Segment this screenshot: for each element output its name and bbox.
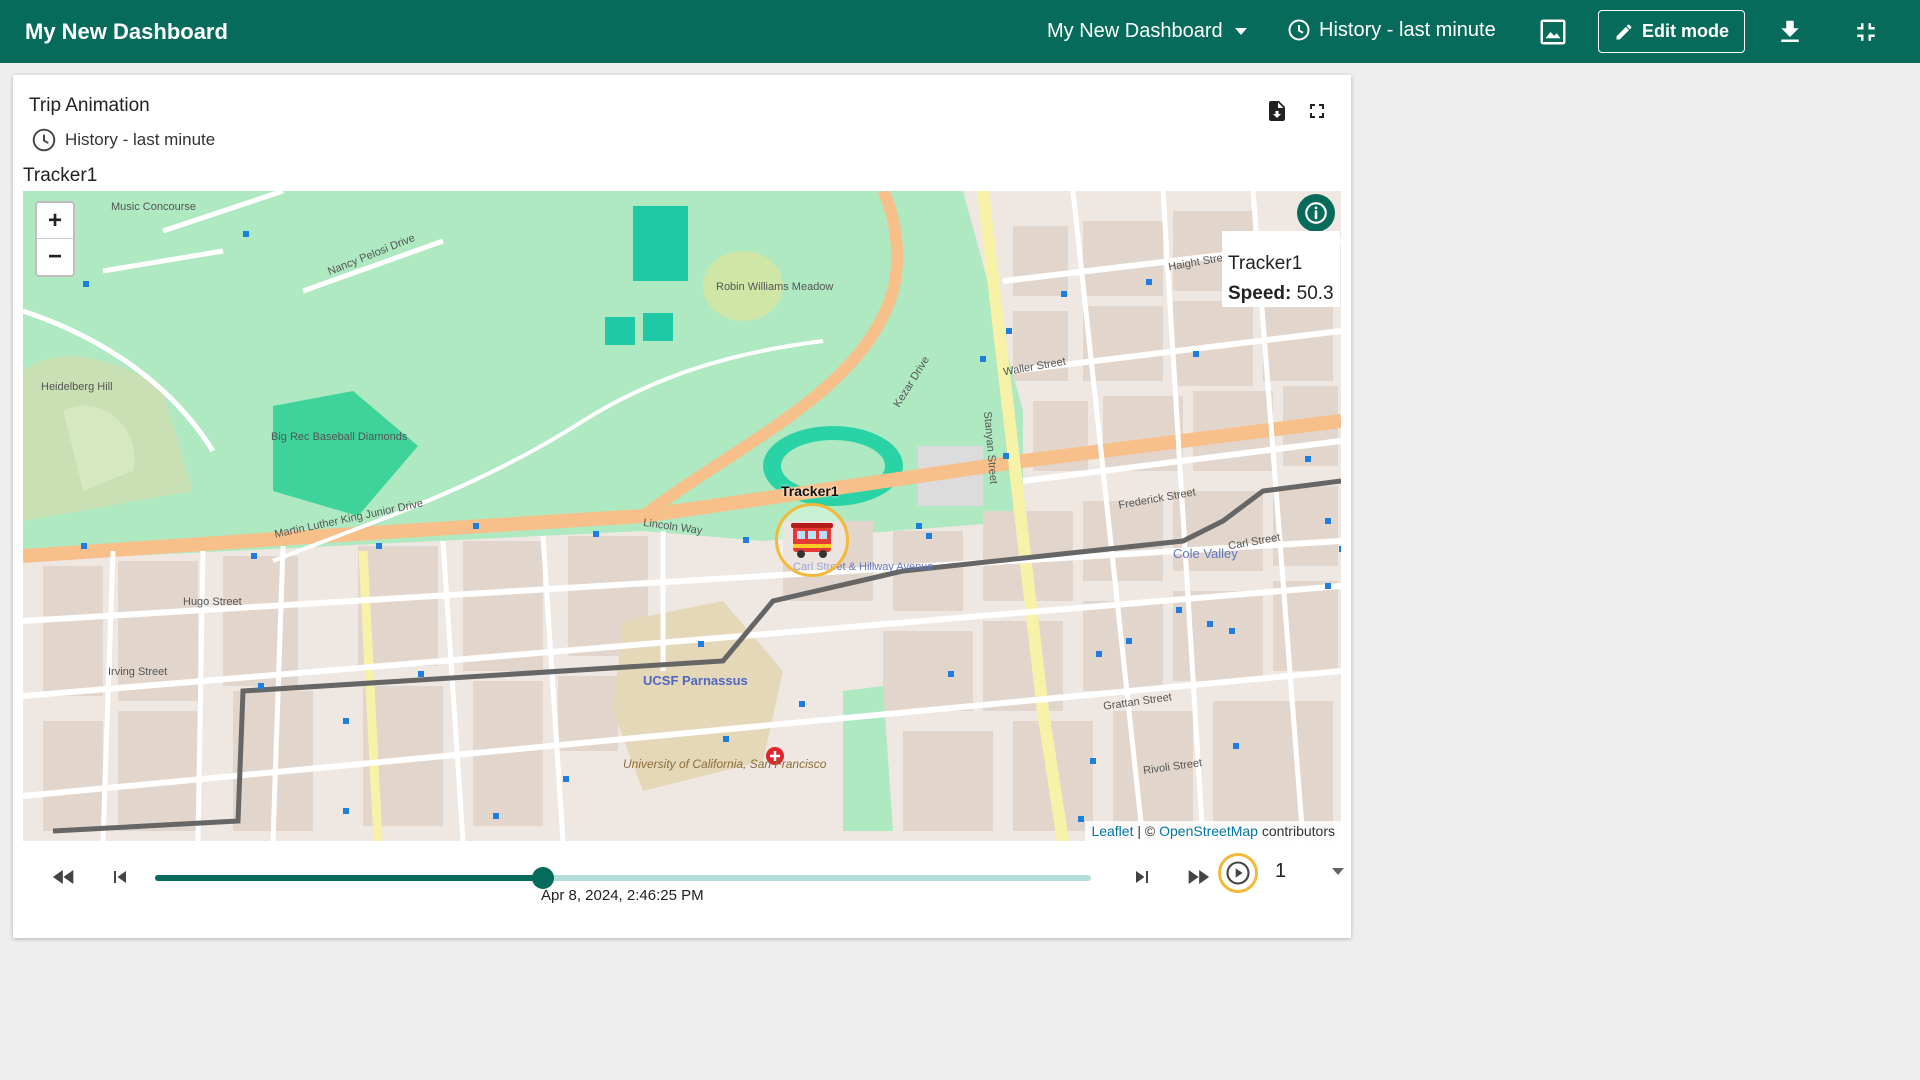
zoom-out-button[interactable]: −	[37, 239, 73, 275]
dashboard-select-label: My New Dashboard	[1047, 20, 1223, 42]
export-button[interactable]	[1265, 99, 1289, 128]
play-button[interactable]	[1218, 853, 1258, 893]
info-icon	[1305, 202, 1327, 224]
map-label: Hugo Street	[183, 596, 242, 608]
timeline-controls: Apr 8, 2024, 2:46:25 PM 1	[13, 845, 1351, 925]
zoom-in-button[interactable]: +	[37, 203, 73, 239]
timeline-thumb[interactable]	[532, 867, 555, 889]
download-button[interactable]	[1775, 17, 1805, 47]
map-label: Music Concourse	[111, 201, 196, 213]
fullscreen-icon	[1310, 104, 1324, 118]
marker-label: Tracker1	[781, 483, 839, 499]
speed-multiplier-value[interactable]: 1	[1275, 860, 1286, 883]
popup-speed-label: Speed:	[1228, 283, 1292, 304]
map-label: Cole Valley	[1173, 546, 1238, 561]
dashboard-select[interactable]: My New Dashboard	[1047, 20, 1247, 43]
widget-title: Trip Animation	[29, 95, 150, 116]
skip-next-button[interactable]	[1125, 860, 1159, 894]
clock-icon	[32, 128, 56, 152]
download-icon	[1781, 20, 1799, 42]
fullscreen-exit-icon	[1857, 23, 1875, 41]
map-label: Heidelberg Hill	[41, 381, 113, 393]
attribution-suffix: contributors	[1257, 823, 1335, 839]
play-circle-icon	[1226, 861, 1250, 885]
fast-rewind-icon	[52, 870, 74, 884]
popup-speed-value: 50.3	[1296, 283, 1334, 304]
skip-next-icon	[1136, 871, 1148, 883]
fast-forward-button[interactable]	[1181, 860, 1215, 894]
tram-icon	[791, 523, 833, 558]
leaflet-link[interactable]: Leaflet	[1091, 823, 1133, 839]
popup-entity-name: Tracker1	[1228, 253, 1303, 274]
map-attribution: Leaflet | © OpenStreetMap contributors	[1085, 821, 1341, 841]
app-title: My New Dashboard	[25, 19, 228, 44]
image-export-button[interactable]	[1538, 17, 1568, 47]
osm-link[interactable]: OpenStreetMap	[1159, 823, 1258, 839]
fast-forward-icon	[1188, 870, 1210, 884]
widget-history-label: History - last minute	[65, 130, 216, 149]
map-label: Big Rec Baseball Diamonds	[271, 431, 408, 443]
attribution-separator: | ©	[1133, 823, 1160, 839]
map-view[interactable]: Music Concourse Nancy Pelosi Drive Robin…	[23, 191, 1341, 841]
timeline-progress	[155, 875, 544, 881]
map-label: UCSF Parnassus	[643, 673, 748, 688]
info-button[interactable]	[1297, 194, 1335, 232]
history-label: History - last minute	[1319, 18, 1496, 41]
image-icon	[1540, 19, 1566, 45]
speed-dropdown-chevron-icon[interactable]	[1332, 868, 1344, 875]
timeline-slider[interactable]	[155, 867, 1091, 889]
chevron-down-icon	[1234, 28, 1247, 35]
widget-history-indicator: History - last minute	[31, 127, 215, 153]
fast-rewind-button[interactable]	[47, 860, 81, 894]
clock-icon	[1288, 19, 1310, 41]
exit-fullscreen-button[interactable]	[1851, 17, 1881, 47]
top-app-bar: My New Dashboard My New Dashboard Histor…	[0, 0, 1920, 63]
export-file-icon	[1269, 101, 1285, 121]
timeline-current-time: Apr 8, 2024, 2:46:25 PM	[541, 887, 704, 904]
zoom-control: + −	[35, 201, 75, 277]
map-tiles	[23, 191, 1341, 841]
map-label: Irving Street	[108, 666, 168, 678]
map-label: Robin Williams Meadow	[716, 281, 834, 293]
entity-label: Tracker1	[23, 165, 98, 186]
history-timewindow-button[interactable]: History - last minute	[1287, 18, 1496, 42]
tracker-marker[interactable]	[775, 503, 849, 577]
info-popup: Tracker1 Speed: 50.3	[1222, 231, 1340, 307]
trip-animation-widget: Trip Animation History - last minute Tra…	[13, 75, 1351, 938]
edit-mode-button[interactable]: Edit mode	[1598, 10, 1745, 53]
skip-previous-button[interactable]	[103, 860, 137, 894]
map-label: University of California, San Francisco	[623, 757, 827, 771]
skip-previous-icon	[114, 871, 126, 883]
edit-mode-label: Edit mode	[1641, 21, 1729, 41]
pencil-icon	[1616, 24, 1632, 39]
widget-fullscreen-button[interactable]	[1305, 99, 1329, 128]
